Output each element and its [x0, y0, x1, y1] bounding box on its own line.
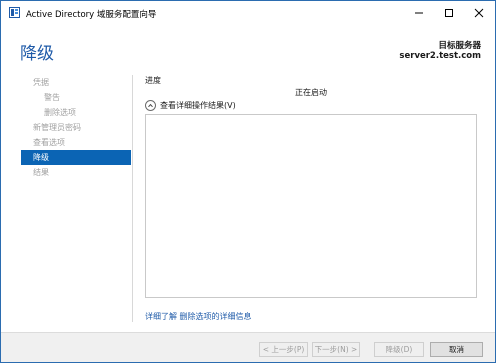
nav-item-demotion[interactable]: 降级 — [21, 150, 131, 165]
wizard-header: 降级 目标服务器 server2.test.com — [1, 25, 495, 69]
wizard-nav: 凭据 警告 删除选项 新管理员密码 查看选项 降级 结果 — [21, 75, 131, 180]
next-button[interactable]: 下一步(N) > — [312, 342, 360, 357]
page-title: 降级 — [20, 44, 54, 64]
chevron-up-icon — [145, 100, 156, 111]
progress-label: 进度 — [145, 76, 161, 85]
minimize-button[interactable] — [405, 1, 433, 25]
cancel-button[interactable]: 取消 — [430, 342, 483, 357]
nav-item-removal-options[interactable]: 删除选项 — [21, 105, 131, 120]
close-button[interactable] — [465, 1, 493, 25]
target-server-name: server2.test.com — [399, 51, 481, 61]
target-server-label: 目标服务器 — [438, 41, 481, 51]
minimize-icon — [415, 12, 423, 14]
wizard-footer: < 上一步(P) 下一步(N) > 降级(D) 取消 — [1, 332, 495, 362]
title-bar[interactable]: Active Directory 域服务配置向导 — [1, 1, 495, 25]
operation-results-box[interactable] — [145, 114, 477, 298]
nav-item-credentials[interactable]: 凭据 — [21, 75, 131, 90]
nav-item-review-options[interactable]: 查看选项 — [21, 135, 131, 150]
demote-button[interactable]: 降级(D) — [374, 342, 424, 357]
close-icon — [474, 8, 484, 18]
details-toggle-label: 查看详细操作结果(V) — [160, 101, 236, 110]
maximize-button[interactable] — [435, 1, 463, 25]
nav-item-results[interactable]: 结果 — [21, 165, 131, 180]
nav-item-warnings[interactable]: 警告 — [21, 90, 131, 105]
nav-item-new-admin-password[interactable]: 新管理员密码 — [21, 120, 131, 135]
window-title: Active Directory 域服务配置向导 — [26, 10, 157, 20]
server-manager-icon — [9, 7, 20, 18]
previous-button[interactable]: < 上一步(P) — [259, 342, 308, 357]
maximize-icon — [445, 9, 453, 17]
status-text: 正在启动 — [295, 88, 327, 97]
nav-divider — [132, 75, 133, 322]
wizard-window: Active Directory 域服务配置向导 降级 目标服务器 server… — [0, 0, 496, 363]
details-toggle[interactable]: 查看详细操作结果(V) — [145, 100, 236, 111]
more-info-link[interactable]: 详细了解 删除选项的详细信息 — [145, 311, 252, 322]
